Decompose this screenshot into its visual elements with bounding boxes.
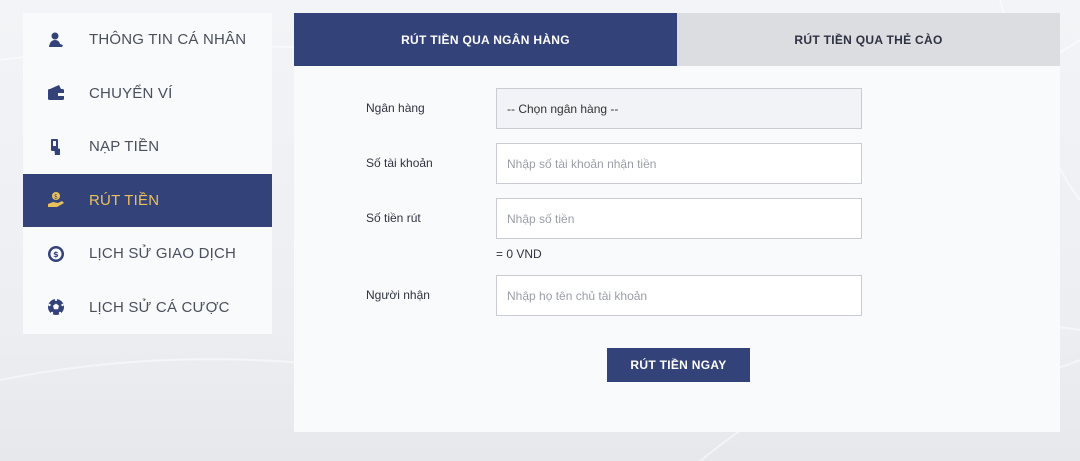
sidebar-item-label: CHUYỂN VÍ xyxy=(89,84,173,102)
account-sidebar: THÔNG TIN CÁ NHÂN CHUYỂN VÍ NẠP TIỀN $ R… xyxy=(23,13,272,334)
svg-text:$: $ xyxy=(53,250,59,259)
account-number-input[interactable] xyxy=(496,143,862,184)
withdraw-icon: $ xyxy=(23,190,89,210)
sidebar-item-label: THÔNG TIN CÁ NHÂN xyxy=(89,31,247,49)
amount-label: Số tiền rút xyxy=(366,211,421,225)
account-number-label: Số tài khoản xyxy=(366,156,433,170)
recipient-label: Người nhận xyxy=(366,288,430,302)
wallet-icon xyxy=(23,83,89,103)
svg-text:$: $ xyxy=(54,194,58,201)
sidebar-item-withdraw[interactable]: $ RÚT TIỀN xyxy=(23,173,272,227)
amount-conversion-text: = 0 VND xyxy=(496,247,542,261)
user-icon xyxy=(23,30,89,50)
bank-select[interactable]: -- Chọn ngân hàng -- xyxy=(496,88,862,129)
amount-input[interactable] xyxy=(496,198,862,239)
withdraw-panel: RÚT TIỀN QUA NGÂN HÀNG RÚT TIỀN QUA THẺ … xyxy=(294,13,1060,432)
sidebar-item-label: LỊCH SỬ GIAO DỊCH xyxy=(89,245,237,263)
tab-card-withdraw[interactable]: RÚT TIỀN QUA THẺ CÀO xyxy=(677,13,1060,66)
sidebar-item-deposit[interactable]: NẠP TIỀN xyxy=(23,120,272,174)
withdraw-method-tabs: RÚT TIỀN QUA NGÂN HÀNG RÚT TIỀN QUA THẺ … xyxy=(294,13,1060,66)
bank-label: Ngân hàng xyxy=(366,101,425,115)
sidebar-item-betting-history[interactable]: LỊCH SỬ CÁ CƯỢC xyxy=(23,281,272,335)
deposit-icon xyxy=(23,137,89,157)
sidebar-item-transaction-history[interactable]: $ LỊCH SỬ GIAO DỊCH xyxy=(23,227,272,281)
sidebar-item-label: NẠP TIỀN xyxy=(89,138,160,156)
sidebar-item-transfer-wallet[interactable]: CHUYỂN VÍ xyxy=(23,67,272,121)
transaction-history-icon: $ xyxy=(23,244,89,264)
sidebar-item-label: RÚT TIỀN xyxy=(89,191,160,209)
withdraw-now-button[interactable]: RÚT TIỀN NGAY xyxy=(607,348,750,382)
soccer-ball-icon xyxy=(23,297,89,317)
tab-bank-withdraw[interactable]: RÚT TIỀN QUA NGÂN HÀNG xyxy=(294,13,677,66)
recipient-name-input[interactable] xyxy=(496,275,862,316)
sidebar-item-label: LỊCH SỬ CÁ CƯỢC xyxy=(89,298,230,316)
sidebar-item-personal-info[interactable]: THÔNG TIN CÁ NHÂN xyxy=(23,13,272,67)
